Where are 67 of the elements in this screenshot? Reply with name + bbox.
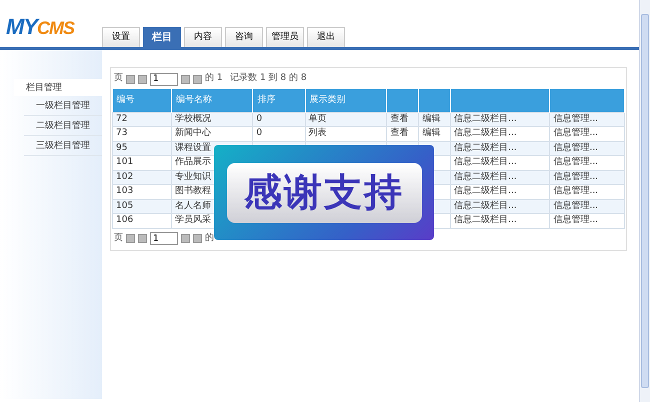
table-cell: 信息二级栏目... [450, 141, 550, 156]
column-header: 排序 [252, 89, 306, 112]
page-input[interactable]: 1 [150, 72, 178, 86]
table-cell: 信息二级栏目... [450, 184, 550, 199]
table-cell: 信息管理... [550, 126, 624, 141]
table-cell: 单页 [305, 112, 387, 126]
table-cell: 信息管理... [550, 112, 624, 126]
table-cell: 106 [112, 214, 172, 228]
scrollbar[interactable] [639, 0, 650, 402]
table-cell: 101 [112, 156, 172, 170]
table-cell: 列表 [305, 126, 387, 141]
scrollbar-thumb[interactable] [641, 14, 649, 388]
table-link[interactable]: 查看 [386, 126, 419, 141]
nav-tab[interactable]: 咨询 [225, 27, 263, 47]
sidebar-item[interactable]: 二级栏目管理 [24, 116, 102, 136]
sidebar-item[interactable]: 一级栏目管理 [24, 96, 102, 116]
nav-tab[interactable]: 退出 [307, 27, 345, 47]
table-cell: 信息管理... [550, 156, 624, 170]
table-cell: 0 [252, 126, 306, 141]
column-header: 展示类别 [305, 89, 387, 112]
table-cell: 信息二级栏目... [450, 199, 550, 214]
next-page-button[interactable] [181, 234, 190, 243]
table-link[interactable]: 查看 [386, 112, 419, 126]
table-cell: 102 [112, 170, 172, 184]
nav-tab[interactable]: 管理员 [266, 27, 304, 47]
page-label: 页 [114, 232, 123, 245]
table-cell: 学校概况 [172, 112, 253, 126]
table-cell: 95 [112, 141, 172, 156]
table-cell: 信息管理... [550, 184, 624, 199]
table-cell: 信息二级栏目... [450, 112, 550, 126]
table-cell: 信息管理... [550, 141, 624, 156]
table-cell: 0 [252, 112, 306, 126]
table-cell: 105 [112, 199, 172, 214]
table-cell: 信息二级栏目... [450, 214, 550, 228]
logo: MYCMS [6, 14, 74, 40]
nav-tab[interactable]: 设置 [102, 27, 140, 47]
page-label: 页 [114, 72, 123, 86]
table-cell: 103 [112, 184, 172, 199]
sidebar-title[interactable]: 栏目管理 [14, 79, 102, 96]
prev-page-button[interactable] [138, 74, 147, 84]
nav-tab[interactable]: 内容 [184, 27, 222, 47]
table-cell: 信息管理... [550, 199, 624, 214]
column-header: 编号名称 [172, 89, 253, 112]
table-cell: 73 [112, 126, 172, 141]
next-page-button[interactable] [181, 74, 190, 84]
table-cell: 信息管理... [550, 170, 624, 184]
last-page-button[interactable] [193, 74, 202, 84]
table-cell: 信息二级栏目... [450, 156, 550, 170]
sidebar-item[interactable]: 三级栏目管理 [24, 136, 102, 156]
table-cell: 信息二级栏目... [450, 170, 550, 184]
first-page-button[interactable] [126, 74, 135, 84]
thanks-text: 感谢支持 [226, 162, 422, 222]
column-header: 编号 [112, 89, 172, 112]
table-cell: 72 [112, 112, 172, 126]
page-count: 的 [205, 232, 214, 245]
table-link[interactable]: 编辑 [418, 126, 451, 141]
first-page-button[interactable] [126, 234, 135, 243]
last-page-button[interactable] [193, 234, 202, 243]
record-count: 记录数 1 到 8 的 8 [230, 72, 307, 86]
table-cell: 信息二级栏目... [450, 126, 550, 141]
table-link[interactable]: 编辑 [418, 112, 451, 126]
table-cell: 新闻中心 [172, 126, 253, 141]
table-cell: 信息管理... [550, 214, 624, 228]
nav-tab[interactable]: 栏目 [143, 27, 181, 47]
page-input[interactable]: 1 [150, 232, 178, 245]
prev-page-button[interactable] [138, 234, 147, 243]
page-count: 的 1 [205, 72, 223, 86]
